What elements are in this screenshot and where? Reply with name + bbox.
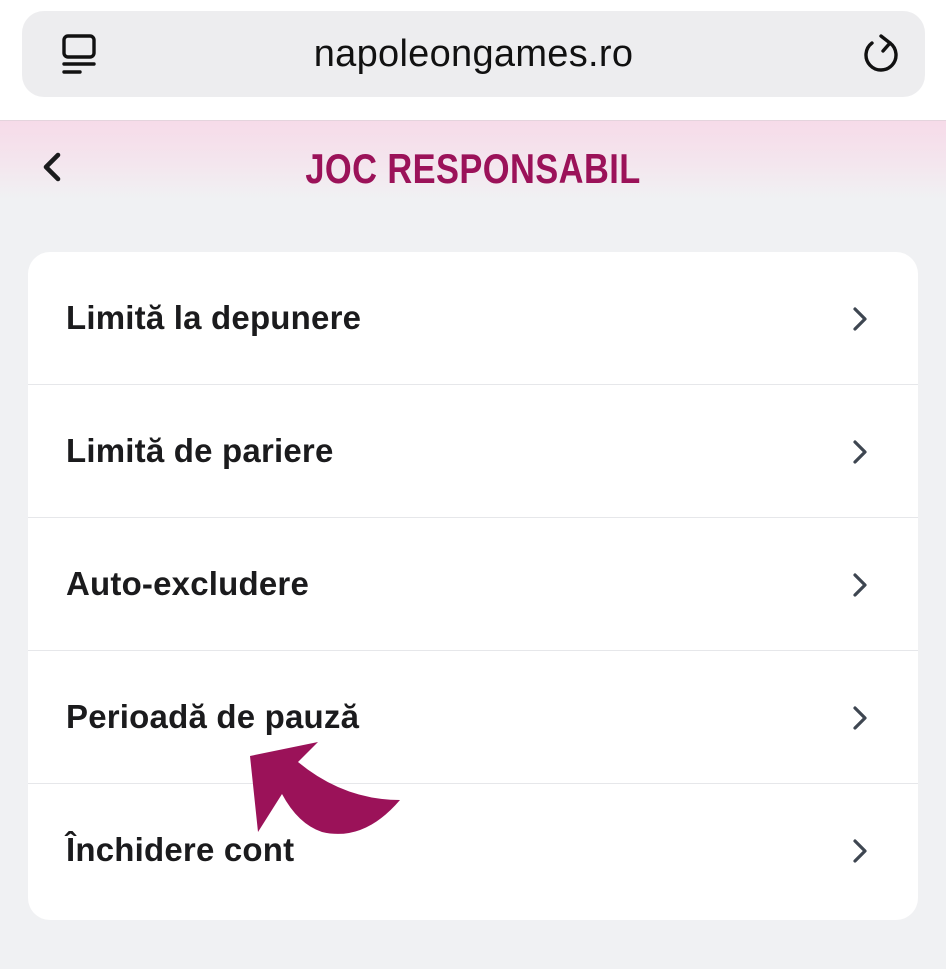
menu-item-self-exclusion[interactable]: Auto-excludere [28,518,918,651]
chevron-right-icon [853,706,867,730]
chevron-right-icon [853,307,867,331]
menu-item-label: Închidere cont [66,831,295,868]
menu-item-betting-limit[interactable]: Limită de pariere [28,385,918,518]
responsible-gaming-menu: Limită la depunere Limită de pariere Aut… [28,252,918,920]
menu-item-deposit-limit[interactable]: Limită la depunere [28,252,918,385]
address-bar[interactable]: napoleongames.ro [22,11,925,97]
menu-item-label: Auto-excludere [66,565,310,602]
menu-item-label: Limită de pariere [66,432,334,469]
menu-item-label: Perioadă de pauză [66,698,360,735]
page-title: JOC RESPONSABIL [305,145,641,192]
menu-item-pause-period[interactable]: Perioadă de pauză [28,651,918,784]
reload-icon[interactable] [857,31,903,77]
chevron-right-icon [853,440,867,464]
chevron-left-icon[interactable] [36,147,72,187]
page-header: JOC RESPONSABIL [0,121,946,199]
menu-item-close-account[interactable]: Închidere cont [28,784,918,920]
browser-chrome: napoleongames.ro [0,0,946,121]
url-text[interactable]: napoleongames.ro [22,33,925,76]
chevron-right-icon [853,573,867,597]
chevron-right-icon [853,839,867,863]
menu-item-label: Limită la depunere [66,299,362,336]
